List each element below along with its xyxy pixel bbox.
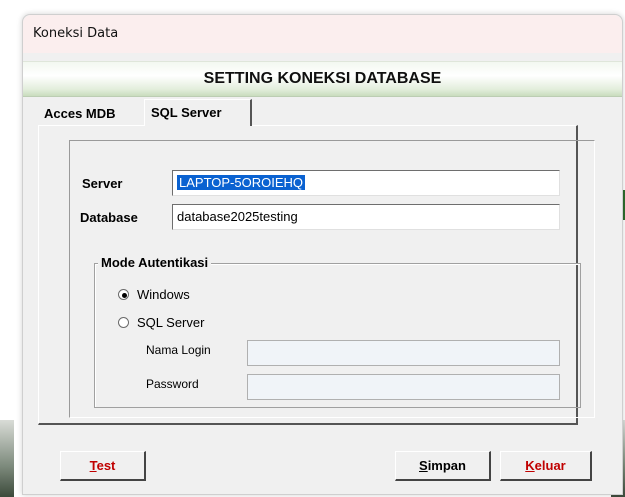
test-mnemonic: T (89, 458, 97, 473)
radio-windows-label: Windows (137, 287, 190, 302)
test-button[interactable]: Test (60, 451, 146, 481)
radio-windows-indicator[interactable] (118, 289, 129, 300)
password-input[interactable] (247, 374, 560, 400)
banner-title: SETTING KONEKSI DATABASE (203, 70, 442, 87)
server-label: Server (82, 176, 123, 191)
server-input[interactable]: LAPTOP-5OROIEHQ (172, 170, 560, 196)
tab-sql-server[interactable]: SQL Server (144, 99, 252, 126)
save-button[interactable]: Simpan (395, 451, 491, 481)
radio-sql-server[interactable]: SQL Server (118, 315, 204, 330)
exit-mnemonic: K (525, 458, 535, 473)
login-label: Nama Login (146, 343, 211, 357)
login-input[interactable] (247, 340, 560, 366)
exit-label: eluar (534, 458, 566, 473)
server-value: LAPTOP-5OROIEHQ (177, 175, 306, 190)
database-input[interactable]: database2025testing (172, 204, 560, 230)
tab-acces-mdb[interactable]: Acces MDB (40, 102, 140, 124)
title-bar[interactable]: Koneksi Data (23, 15, 622, 53)
radio-sql-server-label: SQL Server (137, 315, 205, 330)
radio-windows[interactable]: Windows (118, 287, 190, 302)
save-mnemonic: S (419, 458, 428, 473)
password-label: Password (146, 377, 199, 391)
save-label: impan (427, 458, 466, 473)
auth-legend: Mode Autentikasi (98, 255, 212, 270)
test-label: est (96, 458, 116, 473)
window-title: Koneksi Data (33, 26, 119, 41)
exit-button[interactable]: Keluar (500, 451, 592, 481)
header-banner: SETTING KONEKSI DATABASE (23, 61, 622, 97)
database-label: Database (80, 210, 138, 225)
database-value: database2025testing (177, 209, 298, 224)
background-left (0, 420, 14, 497)
radio-sql-server-indicator[interactable] (118, 317, 129, 328)
